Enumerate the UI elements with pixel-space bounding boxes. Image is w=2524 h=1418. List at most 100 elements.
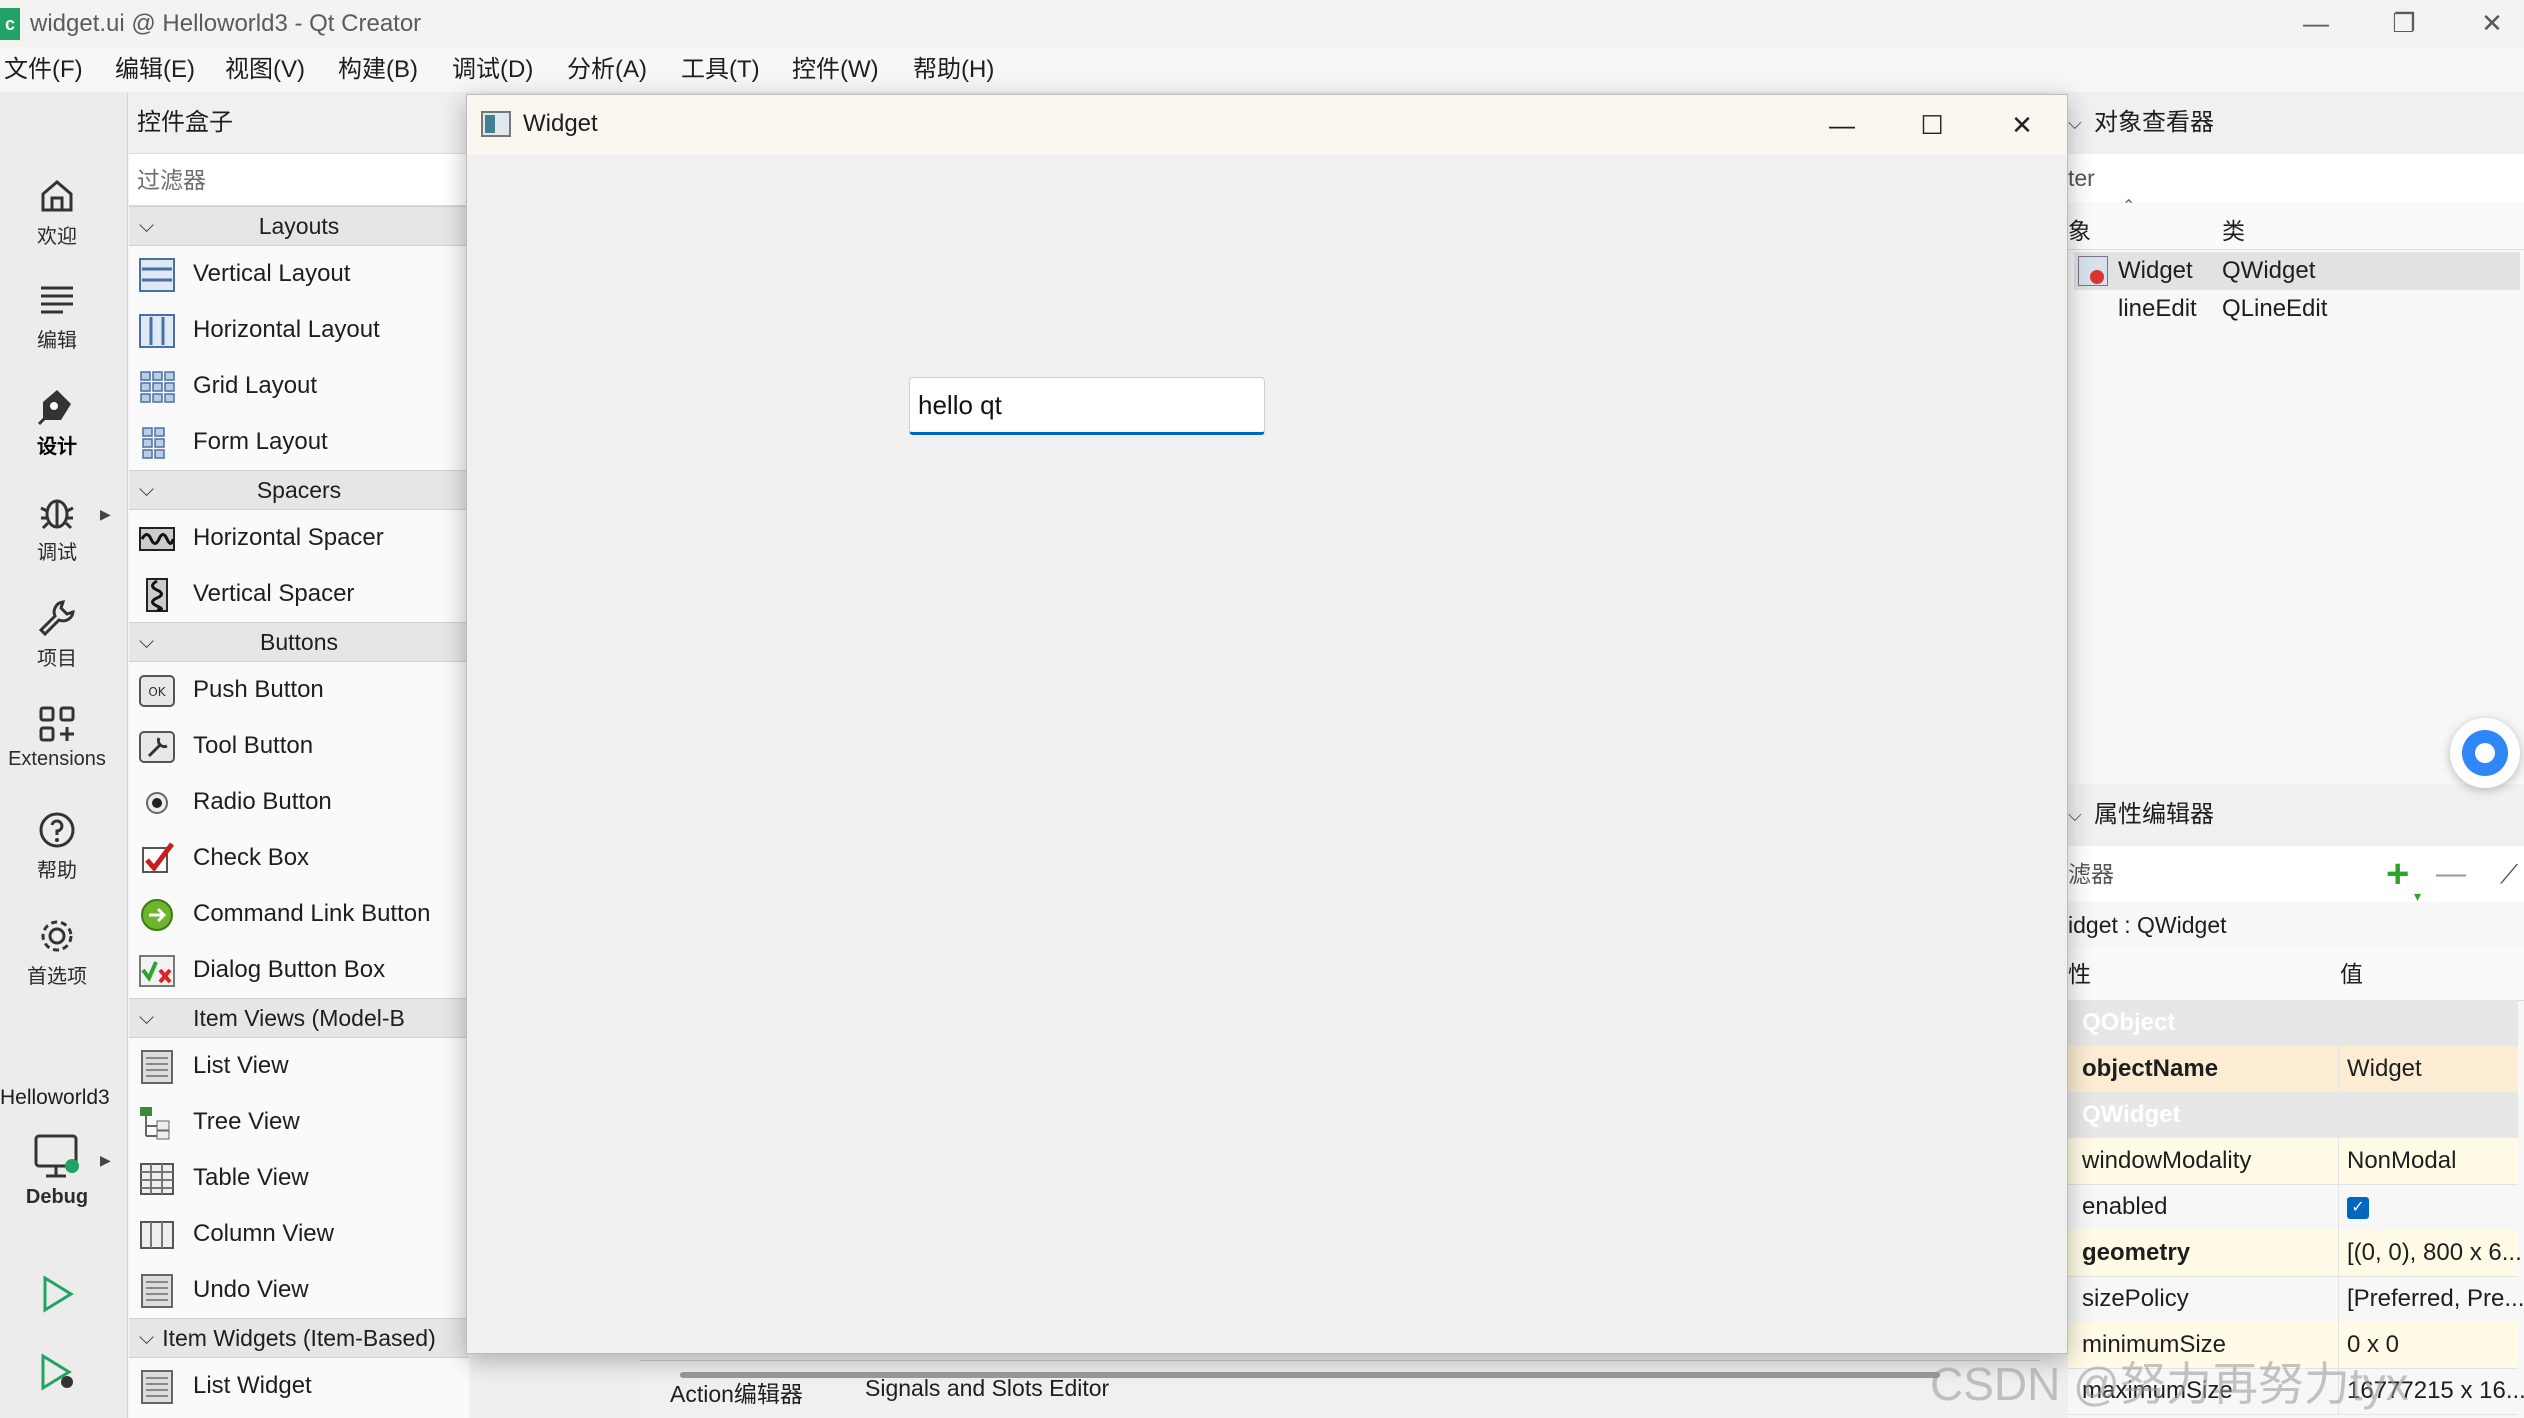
- restore-button[interactable]: ❐: [2360, 0, 2448, 47]
- menu-edit[interactable]: 编辑(E): [115, 47, 195, 92]
- checkbox-checked-icon[interactable]: ✓: [2347, 1197, 2369, 1219]
- mode-debug[interactable]: 调试 ▶: [0, 492, 114, 565]
- menu-widgets[interactable]: 控件(W): [792, 47, 879, 92]
- widget-item-column-view[interactable]: Column View: [129, 1206, 469, 1262]
- menu-view[interactable]: 视图(V): [225, 47, 305, 92]
- property-value[interactable]: NonModal: [2338, 1138, 2524, 1184]
- horizontal-scrollbar[interactable]: [680, 1372, 1940, 1378]
- help-icon: [39, 812, 75, 848]
- menu-debug[interactable]: 调试(D): [452, 47, 533, 92]
- widget-item-tool-button[interactable]: Tool Button: [129, 718, 469, 774]
- mode-bar: 欢迎 编辑 设计 调试 ▶ 项目 Extensions 帮助 首选项 Hello…: [0, 92, 128, 1418]
- chevron-down-icon: ⌵: [139, 479, 155, 501]
- object-row[interactable]: lineEdit QLineEdit: [2074, 290, 2520, 328]
- remove-property-icon[interactable]: —: [2436, 846, 2466, 902]
- window-titlebar: c widget.ui @ Helloworld3 - Qt Creator —…: [0, 0, 2524, 47]
- widget-item-table-view[interactable]: Table View: [129, 1150, 469, 1206]
- widget-item-vertical-layout[interactable]: Vertical Layout: [129, 246, 469, 302]
- column-object[interactable]: 象: [2068, 212, 2091, 246]
- property-row[interactable]: geometry [(0, 0), 800 x 6...: [2068, 1230, 2522, 1277]
- preview-titlebar[interactable]: Widget — ☐ ✕: [467, 95, 2067, 155]
- mode-design[interactable]: 设计: [0, 386, 114, 459]
- property-filter: 滤器 + ▾ — ⟋: [2068, 846, 2524, 904]
- expand-arrow-icon: ▶: [100, 1152, 111, 1168]
- property-value[interactable]: Widget: [2338, 1046, 2524, 1092]
- mode-label: Extensions: [8, 748, 106, 770]
- mode-help[interactable]: 帮助: [0, 810, 114, 883]
- widget-item-vertical-spacer[interactable]: Vertical Spacer: [129, 566, 469, 622]
- chevron-down-icon[interactable]: ⌵: [2068, 784, 2082, 846]
- preview-close-button[interactable]: ✕: [1977, 95, 2067, 155]
- property-group-qobject[interactable]: QObject: [2068, 1000, 2518, 1047]
- extensions-icon: [39, 706, 75, 742]
- widget-item-tree-view[interactable]: Tree View: [129, 1094, 469, 1150]
- mode-extensions[interactable]: Extensions: [0, 704, 114, 771]
- object-inspector-filter[interactable]: ter: [2068, 154, 2524, 203]
- widget-box-filter-input[interactable]: 过滤器: [129, 154, 469, 206]
- property-value[interactable]: [Preferred, Pre...: [2338, 1276, 2524, 1322]
- mode-projects[interactable]: 项目: [0, 598, 114, 671]
- line-edit[interactable]: [909, 377, 1265, 435]
- widget-item-grid-layout[interactable]: Grid Layout: [129, 358, 469, 414]
- object-inspector-title: 对象查看器: [2094, 109, 2214, 136]
- preview-minimize-button[interactable]: —: [1797, 95, 1887, 155]
- close-button[interactable]: ✕: [2448, 0, 2524, 47]
- menu-analyze[interactable]: 分析(A): [567, 47, 647, 92]
- chevron-down-icon[interactable]: ⌵: [2068, 92, 2082, 154]
- menu-bar: 文件(F) 编辑(E) 视图(V) 构建(B) 调试(D) 分析(A) 工具(T…: [0, 47, 2524, 92]
- property-row[interactable]: enabled ✓: [2068, 1184, 2518, 1231]
- category-item-widgets[interactable]: ⌵ Item Widgets (Item-Based): [129, 1318, 469, 1358]
- debug-run-button[interactable]: [0, 1352, 114, 1392]
- category-label: Item Views (Model-B: [193, 1005, 405, 1031]
- widget-item-dialog-button-box[interactable]: Dialog Button Box: [129, 942, 469, 998]
- widget-item-radio-button[interactable]: Radio Button: [129, 774, 469, 830]
- property-context: idget : QWidget: [2068, 902, 2524, 949]
- column-class[interactable]: 类: [2222, 212, 2245, 246]
- menu-build[interactable]: 构建(B): [338, 47, 418, 92]
- add-property-icon[interactable]: +: [2386, 846, 2409, 902]
- tab-signals-slots[interactable]: Signals and Slots Editor: [865, 1375, 1109, 1402]
- category-spacers[interactable]: ⌵ Spacers: [129, 470, 469, 510]
- menu-help[interactable]: 帮助(H): [913, 47, 994, 92]
- minimize-button[interactable]: —: [2272, 0, 2360, 47]
- build-config-selector[interactable]: Debug ▶: [0, 1132, 114, 1209]
- object-row[interactable]: Widget QWidget: [2074, 252, 2520, 290]
- property-row[interactable]: windowModality NonModal: [2068, 1138, 2518, 1185]
- floating-assistant-button[interactable]: [2450, 718, 2520, 788]
- menu-file[interactable]: 文件(F): [4, 47, 83, 92]
- widget-item-horizontal-spacer[interactable]: Horizontal Spacer: [129, 510, 469, 566]
- mode-welcome[interactable]: 欢迎: [0, 176, 114, 249]
- widget-item-list-widget[interactable]: List Widget: [129, 1358, 469, 1414]
- property-group-qwidget[interactable]: QWidget: [2068, 1092, 2518, 1139]
- design-pen-icon: [37, 390, 71, 426]
- chevron-down-icon: ⌵: [139, 215, 155, 237]
- mode-preferences[interactable]: 首选项: [0, 916, 114, 989]
- widget-item-push-button[interactable]: OK Push Button: [129, 662, 469, 718]
- category-item-views[interactable]: ⌵ Item Views (Model-B: [129, 998, 469, 1038]
- tab-action-editor[interactable]: Action编辑器: [670, 1375, 803, 1409]
- radio-button-icon: [146, 792, 168, 814]
- widget-item-form-layout[interactable]: Form Layout: [129, 414, 469, 470]
- object-class: QWidget: [2222, 257, 2316, 284]
- category-buttons[interactable]: ⌵ Buttons: [129, 622, 469, 662]
- wrench-icon[interactable]: ⟋: [2500, 846, 2518, 902]
- tree-view-icon: [140, 1107, 170, 1140]
- property-filter-input[interactable]: 滤器: [2068, 861, 2114, 887]
- category-layouts[interactable]: ⌵ Layouts: [129, 206, 469, 246]
- mode-edit[interactable]: 编辑: [0, 280, 114, 353]
- widget-item-check-box[interactable]: Check Box: [129, 830, 469, 886]
- property-value[interactable]: [(0, 0), 800 x 6...: [2338, 1230, 2524, 1276]
- column-property[interactable]: 性: [2068, 961, 2091, 987]
- widget-item-undo-view[interactable]: Undo View: [129, 1262, 469, 1318]
- widget-item-label: Table View: [193, 1164, 309, 1191]
- widget-item-list-view[interactable]: List View: [129, 1038, 469, 1094]
- widget-item-horizontal-layout[interactable]: Horizontal Layout: [129, 302, 469, 358]
- widget-item-command-link-button[interactable]: Command Link Button: [129, 886, 469, 942]
- run-button[interactable]: [0, 1274, 114, 1314]
- widget-item-label: Push Button: [193, 676, 324, 703]
- preview-maximize-button[interactable]: ☐: [1887, 95, 1977, 155]
- menu-tools[interactable]: 工具(T): [681, 47, 760, 92]
- property-row[interactable]: objectName Widget: [2068, 1046, 2518, 1093]
- property-row[interactable]: sizePolicy [Preferred, Pre...: [2068, 1276, 2524, 1323]
- column-value[interactable]: 值: [2340, 948, 2363, 1000]
